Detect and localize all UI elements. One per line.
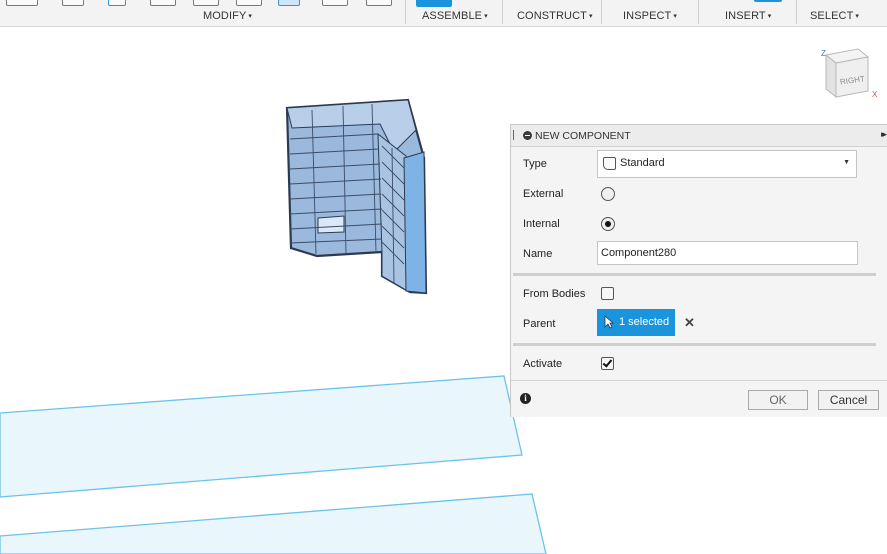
external-radio[interactable] — [601, 187, 615, 201]
shelf-model[interactable] — [285, 98, 428, 295]
toolbar-tool-icon[interactable] — [108, 0, 126, 6]
insert-menu[interactable]: INSERT ▾ — [725, 10, 771, 22]
inspect-menu-label: INSPECT — [623, 10, 672, 22]
chevron-down-icon: ▾ — [588, 13, 593, 20]
toolbar-tool-icon[interactable] — [62, 0, 84, 6]
divider — [513, 343, 876, 346]
new-component-dialog: NEW COMPONENT ▸▸ Type Standard ▼ Externa… — [510, 124, 887, 417]
parent-selection-button[interactable]: 1 selected — [597, 309, 675, 336]
viewcube-icon[interactable]: RIGHT Z X — [818, 47, 880, 105]
chevron-down-icon: ▾ — [484, 13, 488, 20]
toolbar-separator — [796, 0, 797, 24]
collapse-icon[interactable] — [523, 131, 532, 140]
toolbar-tool-icon[interactable] — [150, 0, 176, 6]
divider — [513, 273, 876, 276]
select-menu-label: SELECT — [810, 10, 854, 22]
select-menu[interactable]: SELECT ▾ — [810, 10, 859, 22]
toolbar-tool-icon[interactable] — [416, 0, 452, 7]
construct-menu[interactable]: CONSTRUCT ▾ — [517, 10, 593, 22]
chevron-down-icon: ▼ — [843, 159, 850, 166]
chevron-down-icon: ▾ — [673, 13, 677, 20]
dialog-title: NEW COMPONENT — [535, 130, 631, 142]
assemble-menu[interactable]: ASSEMBLE ▾ — [422, 10, 488, 22]
dialog-header[interactable]: NEW COMPONENT ▸▸ — [511, 125, 887, 147]
parent-selection-count: 1 selected — [619, 316, 670, 328]
parent-label: Parent — [523, 318, 556, 330]
toolbar-tool-icon[interactable] — [322, 0, 348, 6]
toolbar-tool-icon[interactable] — [6, 0, 38, 6]
modify-menu[interactable]: MODIFY ▾ — [203, 10, 252, 22]
sketch-plane[interactable] — [0, 493, 547, 554]
toolbar-tool-icon[interactable] — [278, 0, 300, 6]
internal-label: Internal — [523, 218, 560, 230]
external-label: External — [523, 188, 564, 200]
type-label: Type — [523, 158, 547, 170]
ok-button[interactable]: OK — [748, 390, 808, 410]
from-bodies-label: From Bodies — [523, 288, 586, 300]
info-icon[interactable]: i — [520, 393, 531, 404]
chevron-down-icon: ▾ — [767, 13, 772, 20]
activate-label: Activate — [523, 358, 563, 370]
cancel-button[interactable]: Cancel — [818, 390, 879, 410]
type-select-value: Standard — [620, 157, 665, 169]
type-select[interactable]: Standard ▼ — [597, 150, 857, 178]
toolbar-separator — [698, 0, 699, 24]
toolbar: MODIFY ▾ ASSEMBLE ▾ CONSTRUCT ▾ INSPECT ▾ IN… — [0, 0, 887, 27]
construct-menu-label: CONSTRUCT — [517, 10, 587, 22]
viewcube-axis-z: Z — [821, 49, 826, 58]
drag-handle-icon[interactable] — [513, 130, 514, 140]
toolbar-tool-icon[interactable] — [366, 0, 392, 6]
activate-checkbox[interactable] — [601, 357, 614, 370]
cursor-icon — [604, 315, 614, 329]
dialog-footer: i OK Cancel — [511, 380, 887, 417]
modify-menu-label: MODIFY — [203, 10, 247, 22]
toolbar-tool-icon[interactable] — [193, 0, 219, 6]
toolbar-tool-icon[interactable] — [236, 0, 262, 6]
insert-menu-label: INSERT — [725, 10, 766, 22]
toolbar-tool-icon[interactable] — [754, 0, 782, 2]
chevron-down-icon: ▾ — [855, 13, 860, 20]
internal-radio[interactable] — [601, 217, 615, 231]
viewcube-axis-x: X — [872, 90, 878, 99]
sketch-plane[interactable] — [0, 375, 523, 498]
expand-icon[interactable]: ▸▸ — [881, 129, 887, 140]
from-bodies-checkbox[interactable] — [601, 287, 614, 300]
clear-selection-icon[interactable]: ✕ — [684, 315, 695, 331]
toolbar-separator — [502, 0, 503, 24]
toolbar-separator — [601, 0, 602, 24]
component-icon — [603, 157, 616, 170]
name-label: Name — [523, 248, 553, 260]
chevron-down-icon: ▾ — [248, 13, 253, 20]
assemble-menu-label: ASSEMBLE — [422, 10, 483, 22]
inspect-menu[interactable]: INSPECT ▾ — [623, 10, 677, 22]
toolbar-separator — [405, 0, 406, 24]
name-input[interactable] — [597, 241, 858, 265]
